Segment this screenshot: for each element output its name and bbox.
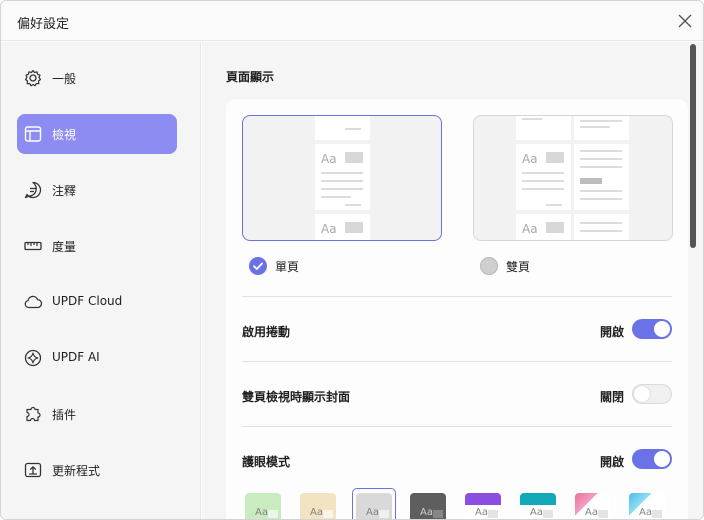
ai-sparkle-icon xyxy=(24,349,42,367)
preview-sample-text: Aa xyxy=(321,152,337,166)
close-button[interactable] xyxy=(673,9,697,33)
single-page-preview[interactable]: Aa Aa xyxy=(242,115,442,241)
theme-swatch-dark-gray[interactable]: Aa xyxy=(410,493,446,519)
preview-page xyxy=(574,116,629,140)
preview-page: Aa xyxy=(516,214,571,240)
sidebar-item-label: UPDF Cloud xyxy=(52,294,123,308)
ruler-icon xyxy=(24,241,42,251)
title-bar: 偏好設定 xyxy=(1,1,703,41)
gear-icon xyxy=(24,69,42,87)
divider xyxy=(242,426,672,427)
theme-swatch-light-green[interactable]: Aa xyxy=(245,493,281,519)
sidebar-item-view[interactable]: 檢視 xyxy=(17,114,177,154)
double-page-label: 雙頁 xyxy=(506,259,531,274)
layout-icon xyxy=(24,126,42,142)
preview-page: Aa xyxy=(315,214,370,240)
enable-scroll-state: 開啟 xyxy=(599,325,624,339)
vertical-scrollbar[interactable] xyxy=(690,44,696,248)
enable-scroll-label: 啟用捲動 xyxy=(242,325,291,339)
sidebar-item-label: UPDF AI xyxy=(52,350,100,364)
swatch-sample-text: Aa xyxy=(585,507,598,518)
single-page-label: 單頁 xyxy=(275,259,300,274)
eye-care-toggle[interactable] xyxy=(632,449,672,469)
sidebar-item-updf-cloud[interactable]: UPDF Cloud xyxy=(17,282,177,322)
preview-page xyxy=(574,214,629,240)
double-page-preview[interactable]: Aa Aa xyxy=(473,115,673,241)
window-title: 偏好設定 xyxy=(17,17,70,32)
preview-page: Aa xyxy=(516,144,571,210)
theme-swatch-beige[interactable]: Aa xyxy=(300,493,336,519)
double-page-radio[interactable]: 雙頁 xyxy=(480,256,530,276)
sidebar-item-label: 更新程式 xyxy=(52,464,101,478)
sidebar-item-label: 插件 xyxy=(52,408,77,422)
close-icon xyxy=(678,14,692,28)
show-cover-toggle[interactable] xyxy=(632,384,672,404)
sidebar-item-updf-ai[interactable]: UPDF AI xyxy=(17,338,177,378)
sidebar-item-measure[interactable]: 度量 xyxy=(17,226,177,266)
sidebar-item-comment[interactable]: 注釋 xyxy=(17,170,177,210)
preview-page xyxy=(315,116,370,140)
sidebar-item-general[interactable]: 一般 xyxy=(17,58,177,98)
theme-swatch-light-gray[interactable]: Aa xyxy=(356,493,392,519)
show-cover-label: 雙頁檢視時顯示封面 xyxy=(242,390,351,404)
sidebar-item-update[interactable]: 更新程式 xyxy=(17,450,177,490)
enable-scroll-toggle[interactable] xyxy=(632,319,672,339)
sidebar-item-plugins[interactable]: 插件 xyxy=(17,394,177,434)
swatch-sample-text: Aa xyxy=(310,507,323,518)
preview-sample-text: Aa xyxy=(321,222,337,236)
swatch-sample-text: Aa xyxy=(639,507,652,518)
toggle-knob xyxy=(654,451,670,467)
update-icon xyxy=(24,462,42,478)
toggle-knob xyxy=(654,321,670,337)
divider xyxy=(242,296,672,297)
sidebar-item-label: 度量 xyxy=(52,240,77,254)
cloud-icon xyxy=(24,295,43,309)
theme-swatch-blue-gradient[interactable]: Aa xyxy=(629,493,665,519)
single-page-radio[interactable]: 單頁 xyxy=(249,256,299,276)
swatch-sample-text: Aa xyxy=(420,507,433,518)
preferences-window: 偏好設定 一般 檢視 注釋 度量 UPDF Cloud UPDF AI 插件 更… xyxy=(0,0,704,520)
preview-page: Aa xyxy=(315,144,370,210)
swatch-sample-text: Aa xyxy=(366,507,379,518)
theme-swatch-pink-gradient[interactable]: Aa xyxy=(575,493,611,519)
divider xyxy=(242,361,672,362)
eye-care-label: 護眼模式 xyxy=(242,455,291,469)
puzzle-icon xyxy=(26,406,41,422)
preview-sample-text: Aa xyxy=(522,222,538,236)
section-title: 頁面顯示 xyxy=(226,70,275,84)
eye-care-state: 開啟 xyxy=(599,455,624,469)
swatch-sample-text: Aa xyxy=(475,507,488,518)
show-cover-state: 關閉 xyxy=(599,390,624,404)
swatch-sample-text: Aa xyxy=(255,507,268,518)
preview-page xyxy=(574,144,629,210)
comment-icon xyxy=(24,181,42,199)
sidebar-item-label: 檢視 xyxy=(52,128,77,142)
swatch-sample-text: Aa xyxy=(530,507,543,518)
settings-content: 頁面顯示 Aa Aa Aa Aa 單頁 雙頁 啟用捲動 開啟 雙頁檢視時顯示封面… xyxy=(202,42,703,519)
sidebar-item-label: 一般 xyxy=(52,72,77,86)
radio-unchecked-icon xyxy=(480,257,498,275)
toggle-knob xyxy=(634,386,650,402)
settings-panel: Aa Aa Aa Aa 單頁 雙頁 啟用捲動 開啟 雙頁檢視時顯示封面 關閉 護… xyxy=(226,99,688,519)
preview-page xyxy=(516,116,571,140)
theme-swatch-teal[interactable]: Aa xyxy=(520,493,556,519)
sidebar-item-label: 注釋 xyxy=(52,184,77,198)
sidebar: 一般 檢視 注釋 度量 UPDF Cloud UPDF AI 插件 更新程式 xyxy=(1,42,201,519)
preview-sample-text: Aa xyxy=(522,152,538,166)
theme-swatch-purple[interactable]: Aa xyxy=(465,493,501,519)
checkmark-icon xyxy=(249,257,267,275)
